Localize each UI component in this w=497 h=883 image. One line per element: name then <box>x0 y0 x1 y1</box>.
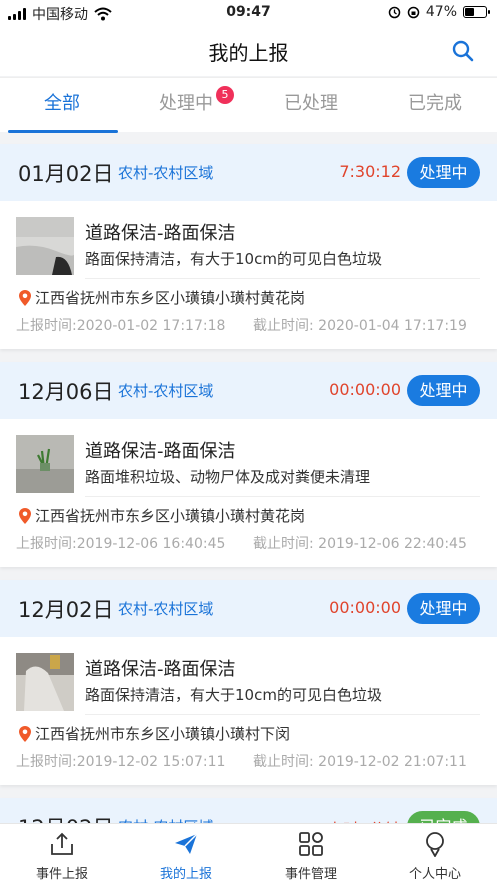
tab-label: 全部 <box>44 93 80 114</box>
card-header: 01月02日 农村-农村区域 7:30:12 处理中 <box>0 144 497 201</box>
search-icon[interactable] <box>451 39 475 63</box>
tab-label: 已处理 <box>284 93 338 114</box>
countdown-timer: 00:00:00 <box>329 380 401 399</box>
count-badge: 5 <box>216 86 234 104</box>
report-description: 路面保持清洁，有大于10cm的可见白色垃圾 <box>85 686 382 704</box>
tab-processing[interactable]: 处理中 5 <box>124 78 248 133</box>
bottom-tab-bar: 事件上报 我的上报 事件管理 个人中心 <box>0 823 497 883</box>
report-card[interactable]: 01月02日 农村-农村区域 7:30:12 处理中 道路保洁-路面保洁 路面保… <box>0 144 497 349</box>
report-title: 道路保洁-路面保洁 <box>85 659 236 680</box>
report-region: 农村-农村区域 <box>118 164 214 182</box>
status-badge: 处理中 <box>407 157 480 188</box>
divider <box>85 714 480 715</box>
report-photo[interactable] <box>16 217 74 275</box>
deadline-time: 截止时间: 2019-12-06 22:40:45 <box>253 536 467 552</box>
filter-tabs: 全部 处理中 5 已处理 已完成 <box>0 77 497 133</box>
card-header: 12月06日 农村-农村区域 00:00:00 处理中 <box>0 362 497 419</box>
tab-completed[interactable]: 已完成 <box>373 78 497 133</box>
divider <box>85 278 480 279</box>
tab-processed[interactable]: 已处理 <box>249 78 373 133</box>
report-title: 道路保洁-路面保洁 <box>85 441 236 462</box>
location-pin-icon <box>19 289 31 306</box>
location-text: 江西省抚州市东乡区小璜镇小璜村下闵 <box>35 725 291 743</box>
report-title: 道路保洁-路面保洁 <box>85 223 236 244</box>
tab-label: 已完成 <box>408 93 462 114</box>
tab-all[interactable]: 全部 <box>0 78 124 133</box>
report-date: 12月02日 <box>18 598 114 622</box>
location-pin-icon <box>19 507 31 524</box>
upload-icon <box>51 832 73 855</box>
report-time: 上报时间:2020-01-02 17:17:18 <box>16 318 226 334</box>
report-photo[interactable] <box>16 653 74 711</box>
battery-icon <box>463 6 490 18</box>
deadline-time: 截止时间: 2020-01-04 17:17:19 <box>253 318 467 334</box>
person-icon <box>426 832 444 857</box>
status-badge: 处理中 <box>407 593 480 624</box>
status-right: 47% <box>388 4 490 20</box>
status-bar: 中国移动 09:47 47% <box>0 0 497 26</box>
report-time: 上报时间:2019-12-06 16:40:45 <box>16 536 226 552</box>
divider <box>85 496 480 497</box>
tab-label: 处理中 <box>159 93 213 114</box>
report-card[interactable]: 12月02日 农村-农村区域 00:00:00 处理中 道路保洁-路面保洁 路面… <box>0 580 497 785</box>
report-card[interactable]: 12月06日 农村-农村区域 00:00:00 处理中 道路保洁-路面保洁 路面… <box>0 362 497 567</box>
report-location: 江西省抚州市东乡区小璜镇小璜村黄花岗 <box>18 287 305 308</box>
report-description: 路面保持清洁，有大于10cm的可见白色垃圾 <box>85 250 382 268</box>
report-region: 农村-农村区域 <box>118 382 214 400</box>
grid-icon <box>299 832 323 856</box>
tabbar-item-profile[interactable]: 个人中心 <box>373 824 497 883</box>
battery-percent: 47% <box>425 4 457 20</box>
tabbar-label: 个人中心 <box>408 867 461 882</box>
countdown-timer: 7:30:12 <box>339 162 401 181</box>
nav-bar: 我的上报 <box>0 26 497 76</box>
report-date: 12月06日 <box>18 380 114 404</box>
deadline-time: 截止时间: 2019-12-02 21:07:11 <box>253 754 467 770</box>
tabbar-item-event-management[interactable]: 事件管理 <box>249 824 373 883</box>
report-times: 上报时间:2019-12-02 15:07:11 截止时间: 2019-12-0… <box>16 751 467 771</box>
tabbar-label: 我的上报 <box>159 867 212 882</box>
tabbar-item-report-event[interactable]: 事件上报 <box>0 824 124 883</box>
report-date: 01月02日 <box>18 162 114 186</box>
report-location: 江西省抚州市东乡区小璜镇小璜村下闵 <box>18 723 290 744</box>
card-header: 12月02日 农村-农村区域 00:00:00 处理中 <box>0 580 497 637</box>
report-times: 上报时间:2019-12-06 16:40:45 截止时间: 2019-12-0… <box>16 533 467 553</box>
page-title: 我的上报 <box>208 41 289 65</box>
tabbar-label: 事件上报 <box>35 867 88 882</box>
report-time: 上报时间:2019-12-02 15:07:11 <box>16 754 226 770</box>
report-description: 路面堆积垃圾、动物尸体及成对粪便未清理 <box>85 468 371 486</box>
tab-underline <box>8 130 118 133</box>
countdown-timer: 00:00:00 <box>329 598 401 617</box>
report-times: 上报时间:2020-01-02 17:17:18 截止时间: 2020-01-0… <box>16 315 467 335</box>
location-pin-icon <box>19 725 31 742</box>
location-text: 江西省抚州市东乡区小璜镇小璜村黄花岗 <box>35 289 306 307</box>
location-text: 江西省抚州市东乡区小璜镇小璜村黄花岗 <box>35 507 306 525</box>
tabbar-label: 事件管理 <box>284 867 337 882</box>
rotation-lock-icon <box>407 6 420 18</box>
alarm-icon <box>388 6 401 18</box>
report-region: 农村-农村区域 <box>118 600 214 618</box>
status-badge: 处理中 <box>407 375 480 406</box>
send-icon <box>175 833 198 854</box>
report-location: 江西省抚州市东乡区小璜镇小璜村黄花岗 <box>18 505 305 526</box>
report-photo[interactable] <box>16 435 74 493</box>
tabbar-item-my-reports[interactable]: 我的上报 <box>124 824 248 883</box>
